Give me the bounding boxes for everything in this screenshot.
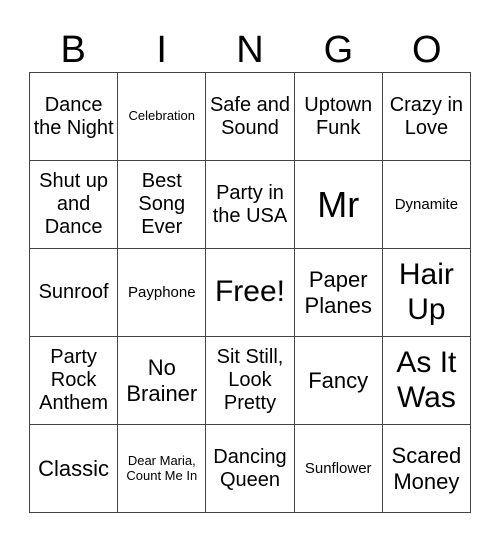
bingo-cell[interactable]: Dear Maria, Count Me In [118,425,207,513]
bingo-cell[interactable]: Paper Planes [294,249,383,337]
bingo-cell[interactable]: Scared Money [382,425,471,513]
bingo-cell[interactable]: Dance the Night [30,73,119,161]
bingo-cell[interactable]: Party Rock Anthem [30,337,119,425]
bingo-cell[interactable]: Classic [30,425,119,513]
header-letter-b: B [60,29,86,71]
bingo-cell[interactable]: Party in the USA [206,161,295,249]
bingo-cell[interactable]: Celebration [118,73,207,161]
bingo-cell[interactable]: Safe and Sound [206,73,295,161]
bingo-cell[interactable]: As It Was [382,337,471,425]
free-space-cell[interactable]: Free! [206,249,295,337]
bingo-cell[interactable]: Crazy in Love [382,73,471,161]
bingo-grid: Dance the Night Celebration Safe and Sou… [29,72,471,513]
bingo-cell[interactable]: Dynamite [382,161,471,249]
bingo-cell[interactable]: Hair Up [382,249,471,337]
bingo-cell[interactable]: Sunflower [294,425,383,513]
header-letter-i: I [156,29,167,71]
bingo-cell[interactable]: Payphone [118,249,207,337]
bingo-cell[interactable]: Best Song Ever [118,161,207,249]
bingo-cell[interactable]: Sunroof [30,249,119,337]
bingo-header: B I N G O [29,28,471,72]
bingo-cell[interactable]: Mr [294,161,383,249]
bingo-cell[interactable]: Sit Still, Look Pretty [206,337,295,425]
header-letter-g: G [323,29,354,71]
bingo-cell[interactable]: Uptown Funk [294,73,383,161]
bingo-cell[interactable]: Fancy [294,337,383,425]
bingo-cell[interactable]: Dancing Queen [206,425,295,513]
header-letter-o: O [412,29,442,71]
bingo-cell[interactable]: Shut up and Dance [30,161,119,249]
bingo-cell[interactable]: No Brainer [118,337,207,425]
header-letter-n: N [236,29,264,71]
